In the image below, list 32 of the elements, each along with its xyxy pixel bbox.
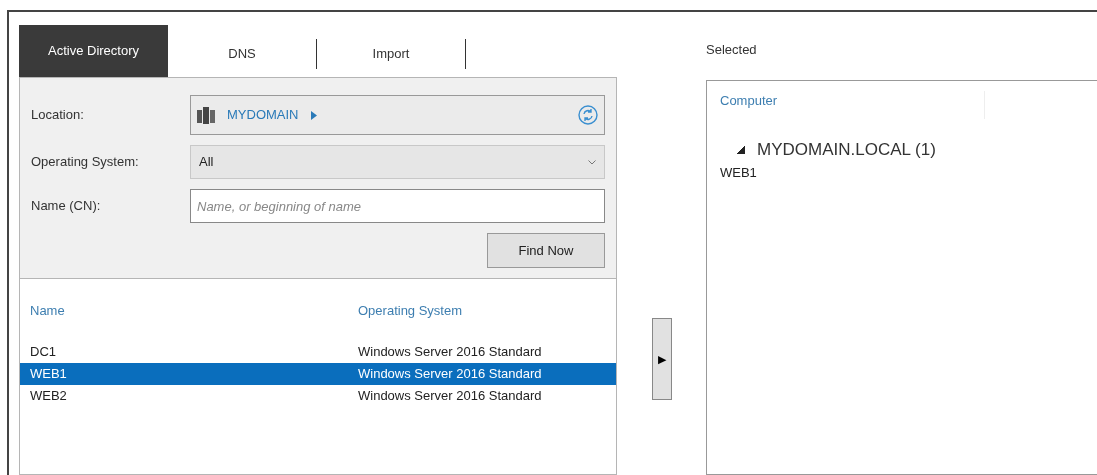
find-now-button[interactable]: Find Now (487, 233, 605, 268)
caret-icon (310, 110, 317, 120)
domain-icon (197, 106, 215, 124)
name-label: Name (CN): (31, 197, 102, 216)
refresh-icon[interactable] (578, 105, 598, 125)
list-row[interactable]: WEB2 Windows Server 2016 Standard (20, 385, 616, 407)
tab[interactable]: Import (317, 39, 466, 69)
table-cell-text: DC1 (29, 343, 57, 362)
list-row[interactable]: DC1 Windows Server 2016 Standard (20, 341, 616, 363)
expanded-icon[interactable] (737, 145, 745, 154)
name-field[interactable]: Name, or beginning of name (190, 189, 605, 223)
chevron-down-icon (588, 159, 596, 165)
selected-title: Selected (706, 41, 758, 59)
table-cell-text: Windows Server 2016 Standard (358, 365, 543, 384)
location-label: Location: (31, 106, 85, 125)
add-button[interactable]: ▶ (651, 318, 672, 400)
os-dropdown[interactable]: All (190, 145, 605, 179)
location-picker[interactable]: MYDOMAIN (190, 95, 605, 135)
location-text: MYDOMAIN (227, 106, 299, 125)
column-header[interactable]: Name (20, 301, 358, 341)
tree-item[interactable]: WEB1 (720, 164, 757, 180)
table-cell-text: Windows Server 2016 Standard (358, 387, 543, 406)
table-cell-text: WEB2 (29, 387, 68, 406)
column-header[interactable]: Computer (720, 91, 985, 119)
tree-item[interactable]: MYDOMAIN.LOCAL (1) (757, 137, 936, 163)
tab[interactable]: Active Directory (19, 25, 168, 77)
list-row[interactable]: WEB1 Windows Server 2016 Standard (20, 363, 616, 385)
table-cell-text: Windows Server 2016 Standard (358, 343, 543, 362)
tab[interactable]: DNS (168, 39, 317, 69)
table-cell-text: WEB1 (29, 365, 68, 384)
os-label: Operating System: (31, 153, 140, 172)
column-header[interactable]: Operating System (358, 301, 616, 341)
